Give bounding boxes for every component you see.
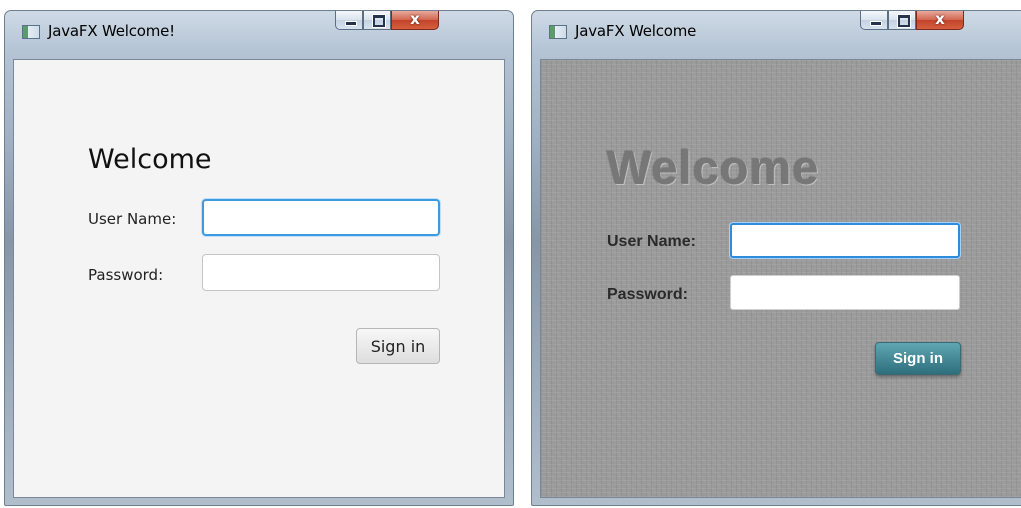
login-window-styled: JavaFX Welcome x Welcome User Name: Pass…	[531, 10, 1021, 506]
java-app-icon	[22, 25, 40, 39]
password-label: Password:	[88, 266, 164, 284]
minimize-button[interactable]	[860, 11, 888, 30]
password-input[interactable]	[202, 254, 440, 291]
login-pane: Welcome User Name: Password: Sign in	[540, 59, 1021, 498]
username-input[interactable]	[202, 199, 440, 236]
window-controls: x	[335, 10, 439, 31]
minimize-button[interactable]	[335, 11, 363, 30]
close-button[interactable]: x	[391, 10, 439, 30]
maximize-icon	[898, 15, 910, 27]
close-button[interactable]: x	[916, 10, 964, 30]
sign-in-button[interactable]: Sign in	[356, 328, 440, 364]
window-controls: x	[860, 10, 964, 31]
window-title: JavaFX Welcome!	[48, 22, 175, 40]
login-pane: Welcome User Name: Password: Sign in	[13, 59, 505, 498]
maximize-button[interactable]	[363, 11, 391, 30]
close-icon: x	[410, 10, 420, 28]
close-icon: x	[935, 10, 945, 28]
maximize-icon	[373, 15, 385, 27]
window-title: JavaFX Welcome	[575, 22, 697, 40]
java-app-icon	[549, 25, 567, 39]
login-window-default: JavaFX Welcome! x Welcome User Name: Pas…	[4, 10, 514, 506]
minimize-icon	[345, 21, 357, 26]
welcome-heading: Welcome	[607, 141, 820, 194]
welcome-heading: Welcome	[88, 144, 212, 175]
password-label: Password:	[607, 286, 688, 303]
username-label: User Name:	[88, 210, 177, 228]
minimize-icon	[870, 21, 882, 26]
username-label: User Name:	[607, 233, 696, 250]
sign-in-button[interactable]: Sign in	[875, 342, 961, 375]
maximize-button[interactable]	[888, 11, 916, 30]
password-input[interactable]	[730, 275, 960, 310]
username-input[interactable]	[730, 223, 960, 258]
